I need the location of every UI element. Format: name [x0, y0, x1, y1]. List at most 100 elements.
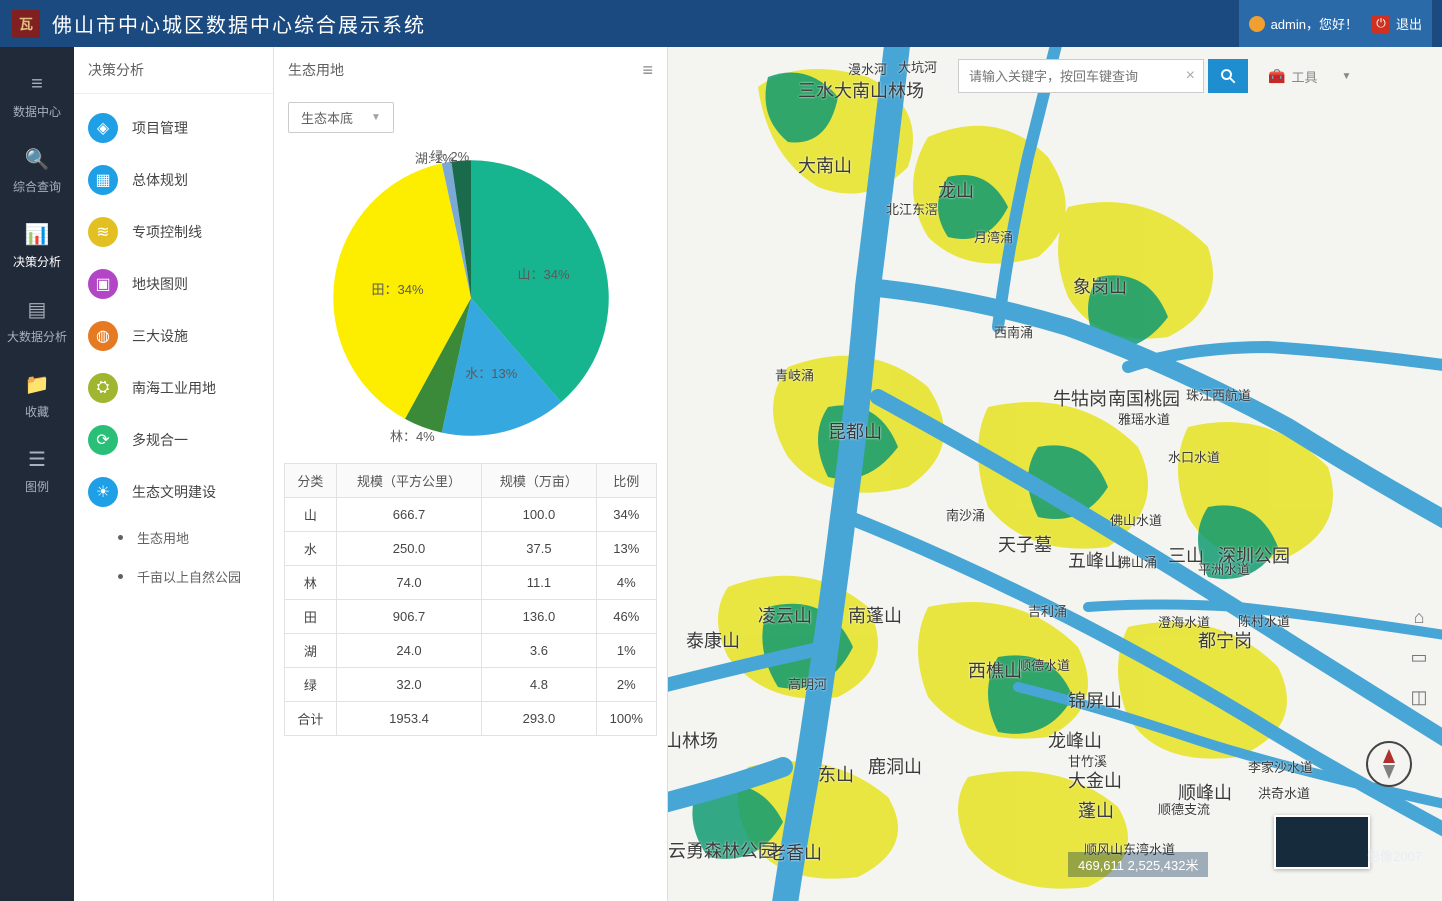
- menu-icon: ◈: [88, 113, 118, 143]
- pie-label: 山：34%: [517, 264, 569, 283]
- table-cell: 100%: [596, 702, 656, 736]
- table-header: 规模（平方公里）: [336, 464, 482, 498]
- sub-label: 生态用地: [137, 528, 189, 547]
- sidebar-item[interactable]: ◍三大设施: [74, 310, 273, 362]
- map-place-label: 平洲水道: [1198, 559, 1250, 578]
- sidebar-item[interactable]: ⛭南海工业用地: [74, 362, 273, 414]
- sidebar-sub-item[interactable]: 生态用地: [104, 518, 273, 557]
- nav-item-list[interactable]: ☰图例: [0, 434, 74, 509]
- category-dropdown[interactable]: 生态本底 ▼: [288, 102, 394, 133]
- table-row: 绿32.04.82%: [285, 668, 657, 702]
- map-place-label: 大金山: [1068, 767, 1122, 793]
- table-cell: 2%: [596, 668, 656, 702]
- table-cell: 34%: [596, 498, 656, 532]
- dropdown-label: 生态本底: [301, 108, 353, 127]
- menu-icon: ▦: [88, 165, 118, 195]
- sidebar-item[interactable]: ≋ 专项控制线: [74, 206, 273, 258]
- coordinate-readout: 469,611 2,525,432米: [1068, 852, 1208, 877]
- table-cell: 4%: [596, 566, 656, 600]
- sidebar-item[interactable]: ☀生态文明建设: [74, 466, 273, 518]
- nav-item-layers[interactable]: ≡数据中心: [0, 59, 74, 134]
- map-place-label: 三水大南山林场: [798, 77, 924, 103]
- map-place-label: 南沙涌: [946, 505, 985, 524]
- map-place-label: 月湾涌: [974, 227, 1013, 246]
- map-place-label: 鹿洞山: [868, 753, 922, 779]
- menu-label: 地块图则: [132, 274, 188, 294]
- sidebar-title: 决策分析: [74, 47, 273, 94]
- table-cell: 100.0: [482, 498, 596, 532]
- table-cell: 293.0: [482, 702, 596, 736]
- sidebar-item[interactable]: ▦ 总体规划: [74, 154, 273, 206]
- menu-label: 专项控制线: [132, 222, 202, 242]
- table-cell: 1%: [596, 634, 656, 668]
- table-cell: 11.1: [482, 566, 596, 600]
- nav-item-bigdata[interactable]: ▤大数据分析: [0, 284, 74, 359]
- tools-dropdown[interactable]: 🧰 工具 ▼: [1268, 67, 1351, 86]
- map-place-label: 树洞山林场: [668, 727, 718, 753]
- map-place-label: 南蓬山: [848, 602, 902, 628]
- map-place-label: 大南山: [798, 152, 852, 178]
- nav-label: 图例: [25, 478, 49, 495]
- table-header: 规模（万亩）: [482, 464, 596, 498]
- nav-label: 数据中心: [13, 103, 61, 120]
- map-place-label: 西南涌: [994, 322, 1033, 341]
- bullet-icon: [118, 535, 123, 540]
- map-viewport[interactable]: 三水大南山林场漫水河大坑河大南山龙山北江东滘月湾涌象岗山西南涌青岐涌牛牯岗南国桃…: [668, 47, 1442, 901]
- map-place-label: 顺德水道: [1018, 655, 1070, 674]
- table-cell: 13%: [596, 532, 656, 566]
- minimize-button[interactable]: ▭: [1408, 647, 1430, 669]
- map-place-label: 云勇森林公园: [668, 837, 776, 863]
- home-button[interactable]: ⌂: [1408, 607, 1430, 629]
- table-cell: 4.8: [482, 668, 596, 702]
- view3d-button[interactable]: ◫: [1408, 687, 1430, 709]
- map-place-label: 青岐涌: [775, 365, 814, 384]
- map-place-label: 水口水道: [1168, 447, 1220, 466]
- map-search-box[interactable]: ×: [958, 59, 1204, 93]
- table-cell: 46%: [596, 600, 656, 634]
- panel-collapse-icon[interactable]: ≡: [642, 60, 653, 81]
- sidebar-item[interactable]: ◈ 项目管理: [74, 102, 273, 154]
- sidebar-sub-item[interactable]: 千亩以上自然公园: [104, 557, 273, 596]
- primary-nav: ≡数据中心🔍综合查询📊决策分析▤大数据分析📁收藏☰图例: [0, 47, 74, 901]
- basemap-switcher[interactable]: [1274, 815, 1370, 869]
- chart-icon: 📊: [24, 221, 50, 247]
- nav-item-search-doc[interactable]: 🔍综合查询: [0, 134, 74, 209]
- sidebar: 决策分析 ◈ 项目管理 ▦ 总体规划 ≋ 专项控制线 ▣地块图则◍三大设施⛭南海工业用地⟳多…: [74, 47, 274, 901]
- search-button[interactable]: [1208, 59, 1248, 93]
- map-place-label: 五峰山: [1068, 547, 1122, 573]
- menu-icon: ≋: [88, 217, 118, 247]
- compass-icon[interactable]: [1366, 741, 1412, 787]
- sidebar-item[interactable]: ⟳多规合一: [74, 414, 273, 466]
- table-cell: 250.0: [336, 532, 482, 566]
- user-greeting: admin，您好！: [1271, 14, 1358, 33]
- basemap-label: 影像2007: [1367, 846, 1422, 865]
- table-header: 比例: [596, 464, 656, 498]
- sidebar-item[interactable]: ▣地块图则: [74, 258, 273, 310]
- search-doc-icon: 🔍: [24, 146, 50, 172]
- clear-icon[interactable]: ×: [1186, 67, 1195, 85]
- menu-icon: ⟳: [88, 425, 118, 455]
- menu-label: 项目管理: [132, 118, 188, 138]
- table-cell: 906.7: [336, 600, 482, 634]
- map-place-label: 雅瑶水道: [1118, 409, 1170, 428]
- map-place-label: 凌云山: [758, 602, 812, 628]
- table-row: 湖24.03.61%: [285, 634, 657, 668]
- logout-button[interactable]: 退出: [1396, 14, 1422, 33]
- table-cell: 666.7: [336, 498, 482, 532]
- map-place-label: 北江东滘: [886, 199, 938, 218]
- caret-down-icon: ▼: [371, 112, 381, 123]
- search-icon: [1219, 67, 1237, 85]
- table-row: 合计1953.4293.0100%: [285, 702, 657, 736]
- data-table: 分类规模（平方公里）规模（万亩）比例山666.7100.034%水250.037…: [284, 463, 657, 736]
- map-place-label: 大坑河: [898, 57, 937, 76]
- header-user-area: admin，您好！ ⏻ 退出: [1239, 0, 1432, 47]
- nav-item-folder[interactable]: 📁收藏: [0, 359, 74, 434]
- nav-item-chart[interactable]: 📊决策分析: [0, 209, 74, 284]
- map-place-label: 龙山: [938, 177, 974, 203]
- table-cell: 山: [285, 498, 337, 532]
- table-cell: 合计: [285, 702, 337, 736]
- map-place-label: 天子墓: [998, 531, 1052, 557]
- menu-label: 总体规划: [132, 170, 188, 190]
- map-place-label: 东山: [818, 761, 854, 787]
- map-search-input[interactable]: [969, 69, 1175, 84]
